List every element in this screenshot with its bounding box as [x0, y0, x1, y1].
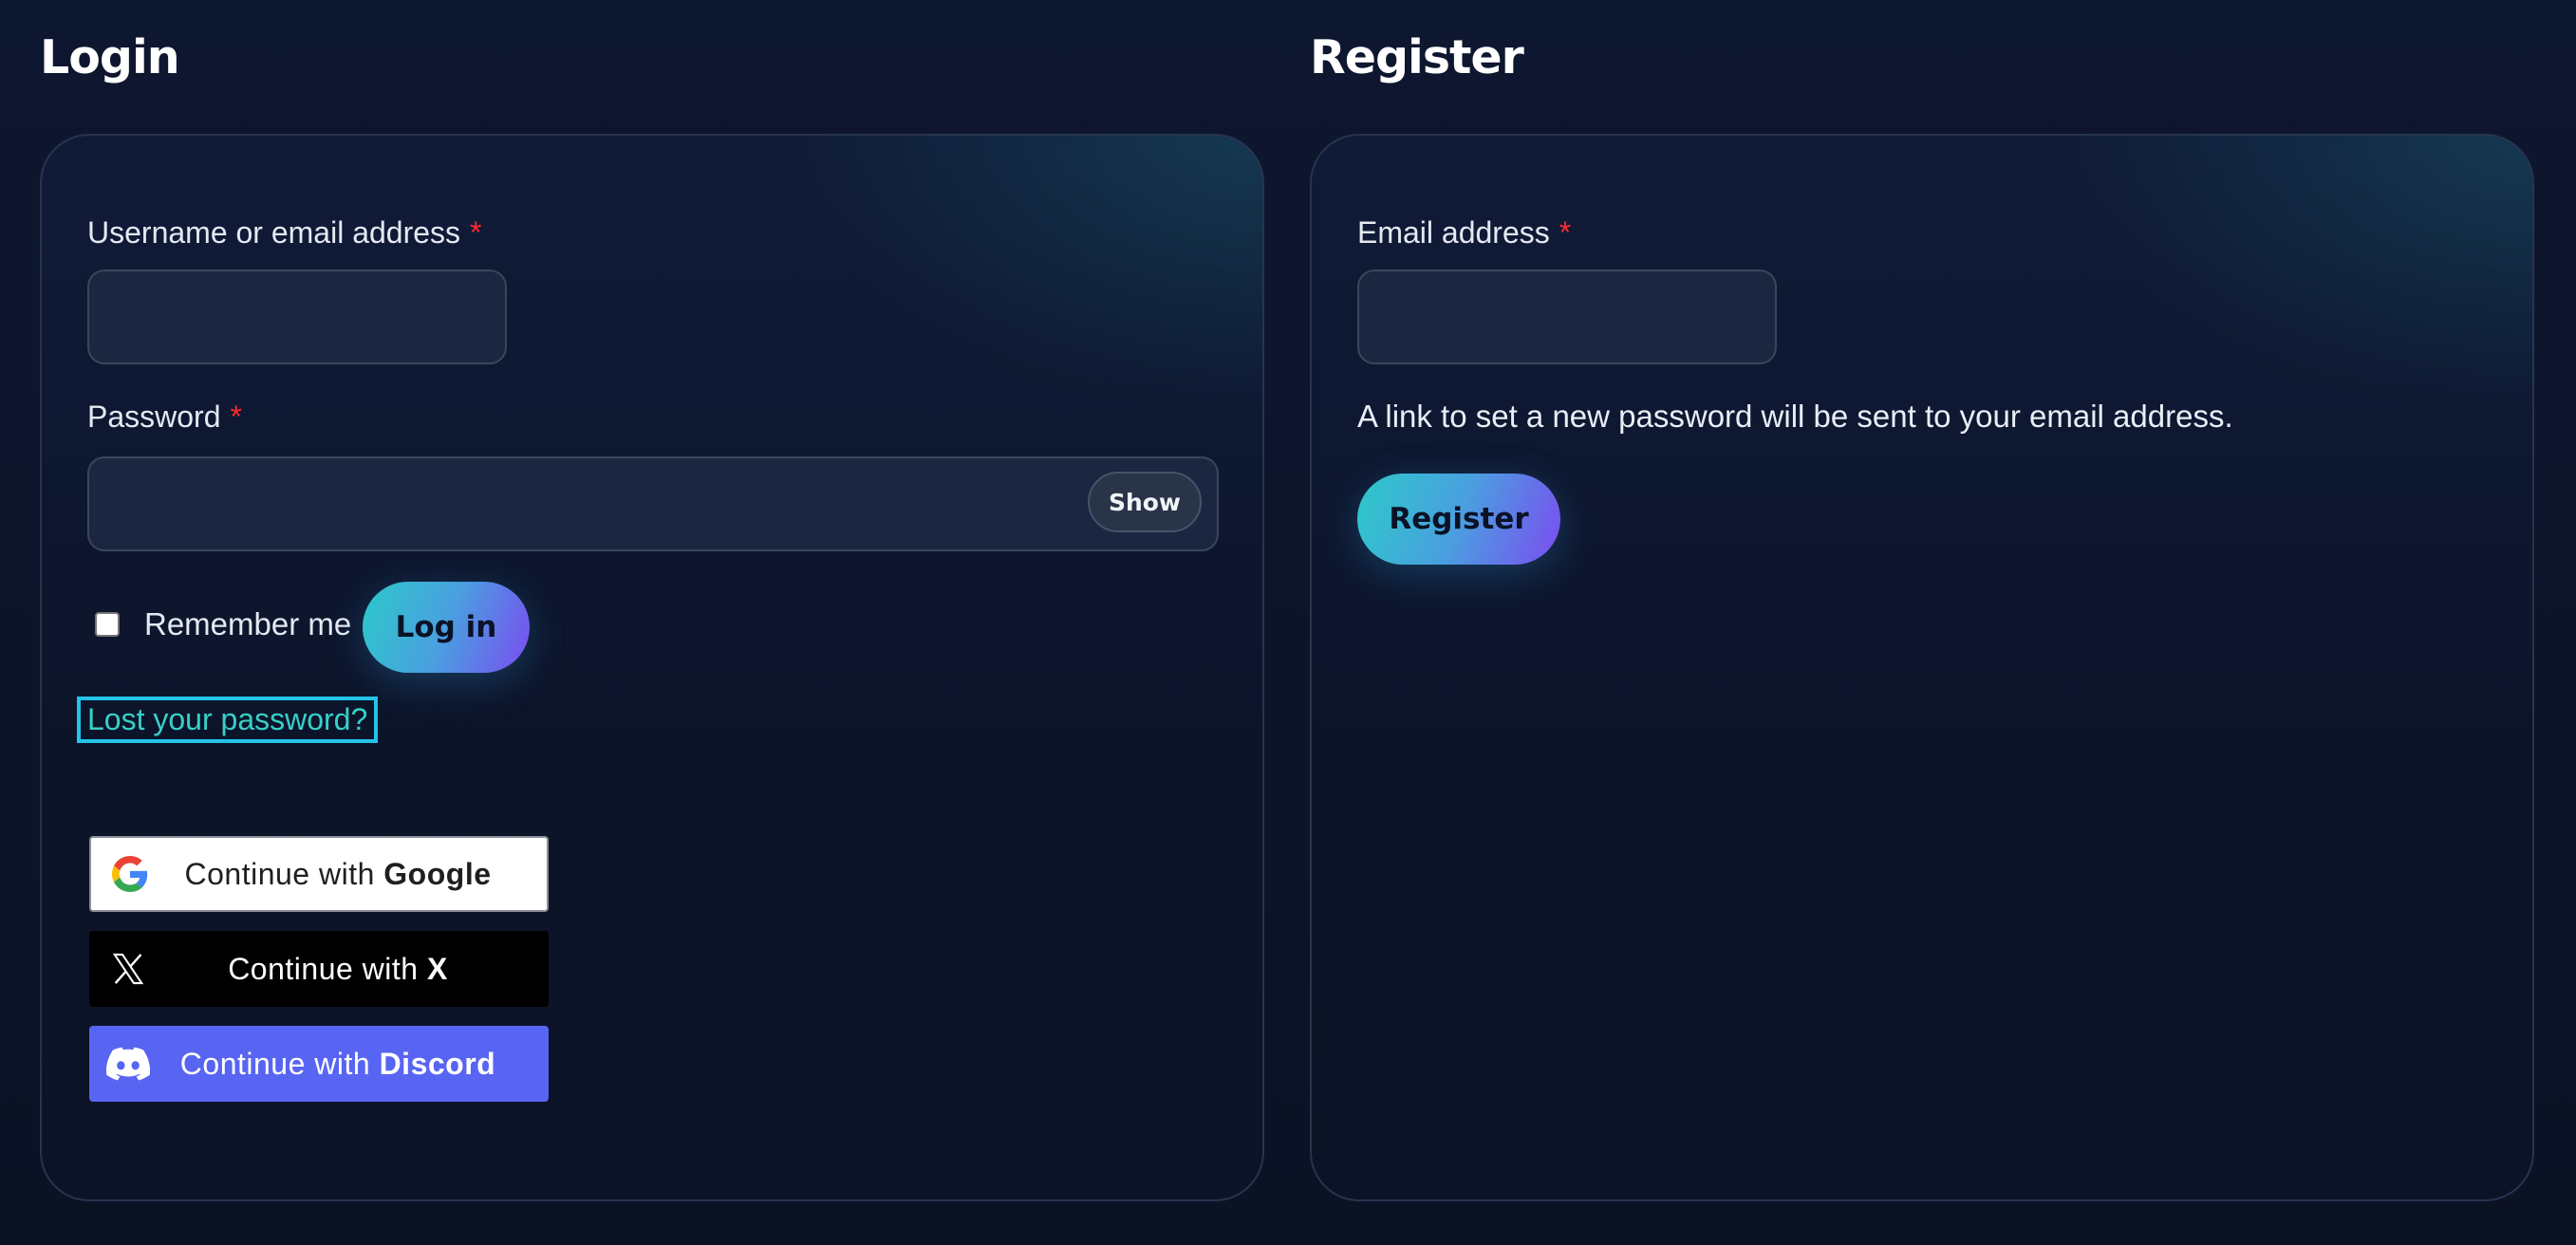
- email-input[interactable]: [1357, 269, 1777, 364]
- show-password-button[interactable]: Show: [1088, 472, 1202, 532]
- x-login-button[interactable]: Continue with X: [89, 931, 549, 1007]
- login-button[interactable]: Log in: [363, 582, 530, 673]
- discord-button-label: Continue with Discord: [89, 1047, 549, 1082]
- password-input[interactable]: [87, 456, 1219, 551]
- discord-login-button[interactable]: Continue with Discord: [89, 1026, 549, 1102]
- remember-me-checkbox[interactable]: [95, 612, 120, 637]
- social-provider-x: X: [426, 951, 448, 986]
- password-label-text: Password: [87, 400, 221, 434]
- social-prefix: Continue with: [184, 856, 375, 891]
- google-button-label: Continue with Google: [91, 857, 547, 892]
- x-icon: [106, 947, 150, 991]
- discord-icon: [106, 1042, 150, 1086]
- username-label-text: Username or email address: [87, 215, 461, 250]
- username-input[interactable]: [87, 269, 507, 364]
- register-card: Email address * A link to set a new passw…: [1310, 134, 2534, 1201]
- social-prefix: Continue with: [228, 951, 419, 986]
- login-title: Login: [40, 30, 180, 84]
- password-label: Password *: [87, 400, 242, 435]
- google-icon: [108, 852, 152, 896]
- required-mark: *: [470, 215, 482, 250]
- social-prefix: Continue with: [179, 1046, 371, 1081]
- email-label: Email address *: [1357, 215, 1571, 251]
- x-button-label: Continue with X: [89, 952, 549, 987]
- password-link-note: A link to set a new password will be sen…: [1357, 399, 2233, 434]
- social-provider-discord: Discord: [379, 1046, 496, 1081]
- required-mark: *: [230, 400, 242, 434]
- page: Login Username or email address * Passwor…: [0, 0, 2576, 1245]
- remember-me-label: Remember me: [144, 606, 352, 641]
- login-card: Username or email address * Password * Sho…: [40, 134, 1264, 1201]
- google-login-button[interactable]: Continue with Google: [89, 836, 549, 912]
- register-title: Register: [1310, 30, 1524, 84]
- register-button[interactable]: Register: [1357, 474, 1560, 565]
- email-label-text: Email address: [1357, 215, 1550, 250]
- social-provider-google: Google: [383, 856, 492, 891]
- lost-password-link[interactable]: Lost your password?: [77, 697, 379, 743]
- username-label: Username or email address *: [87, 215, 482, 251]
- required-mark: *: [1559, 215, 1572, 250]
